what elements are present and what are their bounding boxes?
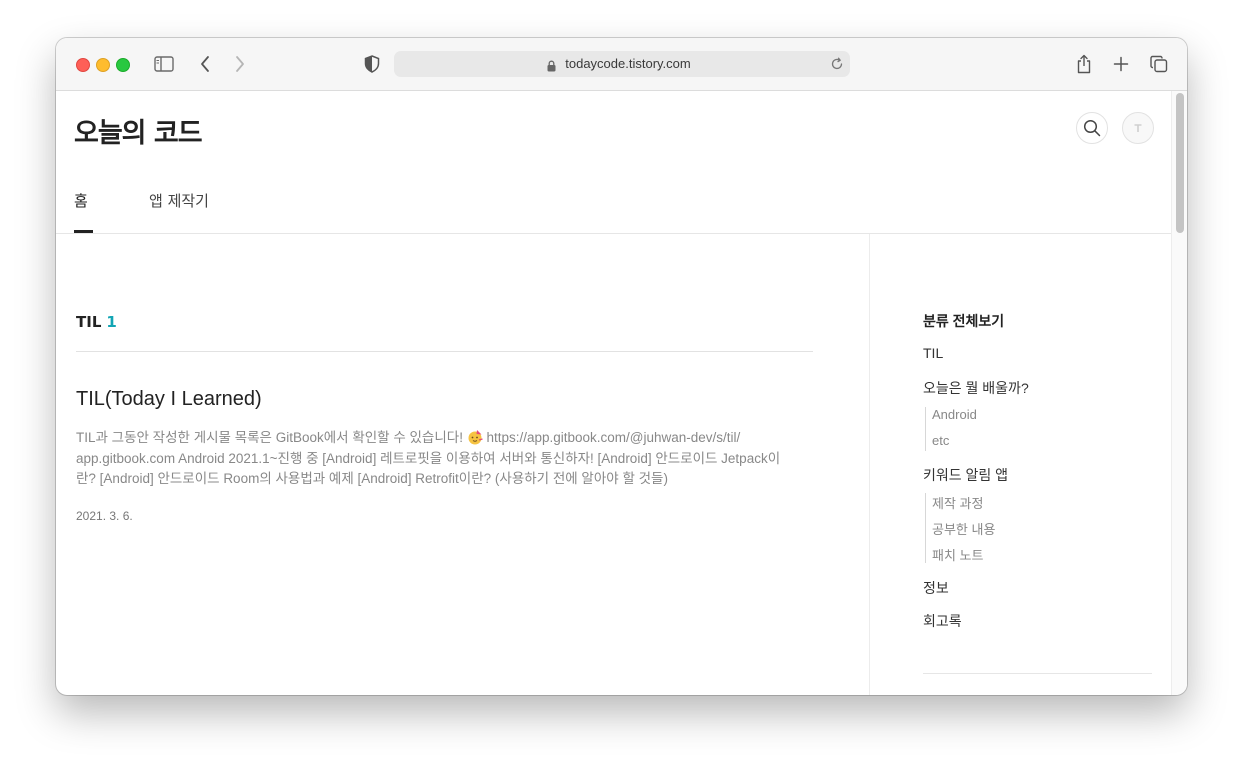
category-post-count: 1 xyxy=(106,313,117,331)
sidebar-toggle-icon[interactable] xyxy=(152,52,176,76)
back-icon[interactable] xyxy=(193,52,217,76)
sidebar-subitem-android[interactable]: Android xyxy=(932,407,977,422)
address-bar[interactable]: todaycode.tistory.com xyxy=(394,51,850,77)
sidebar-subitem-patch-notes[interactable]: 패치 노트 xyxy=(932,545,983,564)
sidebar-item-til[interactable]: TIL xyxy=(923,345,943,361)
new-tab-icon[interactable] xyxy=(1109,52,1133,76)
blog-title[interactable]: 오늘의 코드 xyxy=(74,111,203,150)
sidebar-subtree-line xyxy=(925,407,926,451)
zoom-window-button[interactable] xyxy=(116,58,130,72)
post-date: 2021. 3. 6. xyxy=(76,509,133,523)
sidebar-all-categories[interactable]: 분류 전체보기 xyxy=(923,311,1004,331)
post-excerpt[interactable]: TIL과 그동안 작성한 게시물 목록은 GitBook에서 확인할 수 있습니… xyxy=(76,428,788,490)
search-icon xyxy=(1083,119,1101,137)
sidebar-item-keyword-alert-app[interactable]: 키워드 알림 앱 xyxy=(923,465,1008,485)
share-icon[interactable] xyxy=(1072,52,1096,76)
category-divider xyxy=(76,351,813,352)
sidebar-item-what-to-learn[interactable]: 오늘은 뭘 배울까? xyxy=(923,378,1029,398)
privacy-shield-icon[interactable] xyxy=(360,52,384,76)
sidebar-item-retrospective[interactable]: 회고록 xyxy=(923,611,962,631)
tab-app-dev[interactable]: 앱 제작기 xyxy=(149,190,209,211)
face-with-party-hat-icon xyxy=(467,429,483,445)
sidebar-subitem-study-notes[interactable]: 공부한 내용 xyxy=(932,519,995,538)
browser-window: todaycode.tistory.com 오늘의 코드 홈 앱 제작기 TIL… xyxy=(56,38,1187,695)
forward-icon[interactable] xyxy=(228,52,252,76)
browser-toolbar: todaycode.tistory.com xyxy=(56,38,1187,91)
category-name: TIL xyxy=(76,313,102,331)
sidebar-divider xyxy=(869,234,870,695)
profile-button[interactable] xyxy=(1122,112,1154,144)
sidebar-subtree-line xyxy=(925,493,926,563)
url-text: todaycode.tistory.com xyxy=(565,56,691,71)
sidebar-subitem-dev-process[interactable]: 제작 과정 xyxy=(932,493,983,512)
post-excerpt-text-start: TIL과 그동안 작성한 게시물 목록은 GitBook에서 확인할 수 있습니… xyxy=(76,430,467,445)
tab-overview-icon[interactable] xyxy=(1147,52,1171,76)
reload-icon[interactable] xyxy=(830,56,844,75)
search-button[interactable] xyxy=(1076,112,1108,144)
vertical-scrollbar[interactable] xyxy=(1171,91,1187,695)
close-window-button[interactable] xyxy=(76,58,90,72)
page-content: 오늘의 코드 홈 앱 제작기 TIL 1 TIL(Today I Learned)… xyxy=(56,91,1187,695)
tab-home[interactable]: 홈 xyxy=(74,190,88,211)
sidebar-bottom-divider xyxy=(923,673,1152,674)
tistory-t-icon xyxy=(1134,124,1142,132)
minimize-window-button[interactable] xyxy=(96,58,110,72)
header-divider xyxy=(56,233,1172,234)
sidebar-subitem-etc[interactable]: etc xyxy=(932,433,949,448)
sidebar-item-info[interactable]: 정보 xyxy=(923,578,949,598)
category-heading: TIL 1 xyxy=(76,313,117,331)
scrollbar-thumb[interactable] xyxy=(1176,93,1184,233)
post-title[interactable]: TIL(Today I Learned) xyxy=(76,388,262,411)
